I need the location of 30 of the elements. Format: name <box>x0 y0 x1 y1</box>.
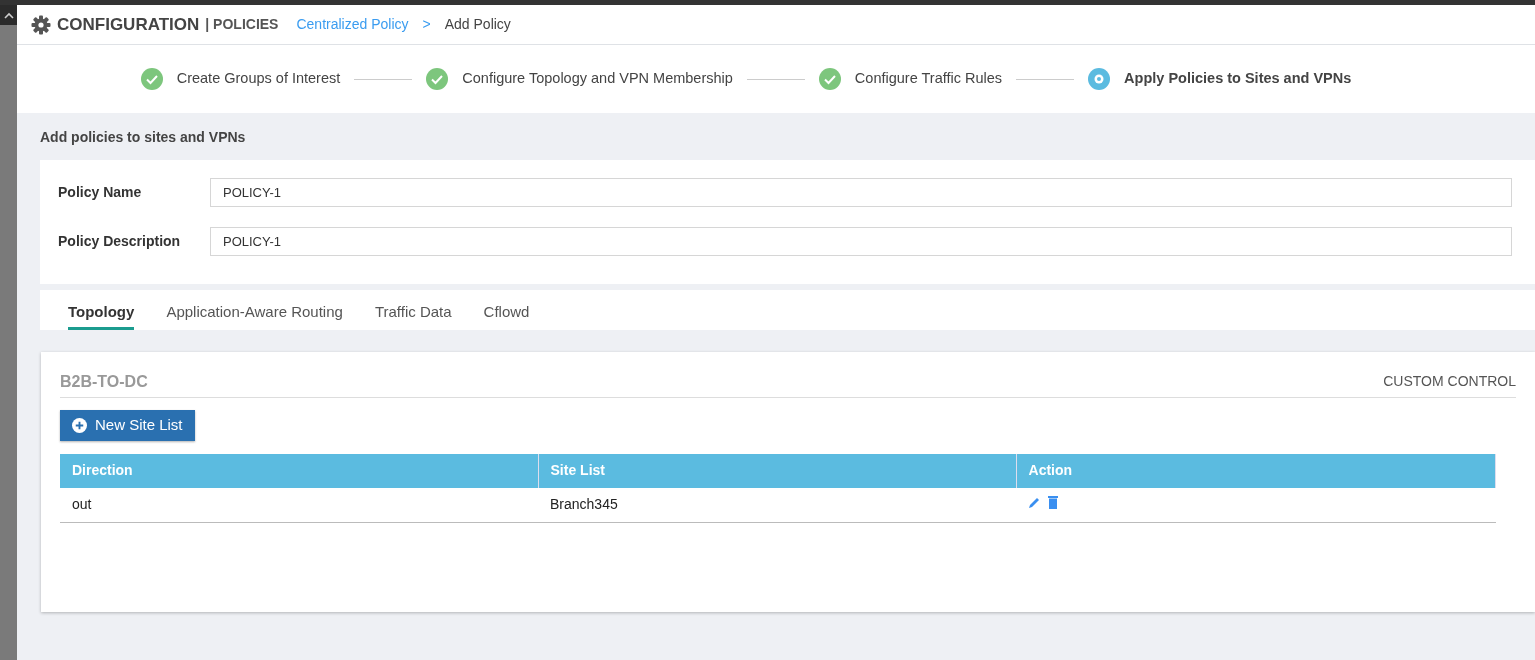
tab[interactable]: Topology <box>68 290 135 330</box>
text-field[interactable]: POLICY-1 <box>210 178 1512 207</box>
step-label: Configure Topology and VPN Membership <box>462 69 733 89</box>
panel-title: B2B-TO-DC <box>60 371 148 392</box>
tab[interactable]: Traffic Data <box>374 290 452 330</box>
trash-icon[interactable] <box>1048 496 1059 510</box>
breadcrumb-separator: > <box>422 15 431 34</box>
table-cell: Branch345 <box>538 487 1017 523</box>
column-header: Direction <box>60 453 538 488</box>
policy-type-label: CUSTOM CONTROL <box>1383 372 1516 391</box>
tab[interactable]: Cflowd <box>483 290 530 330</box>
plus-circle-icon <box>72 417 87 433</box>
section-title: Add policies to sites and VPNs <box>39 128 247 147</box>
column-header: Site List <box>538 453 1017 488</box>
pencil-icon[interactable] <box>1028 496 1042 510</box>
page-subtitle: | POLICIES <box>205 15 279 34</box>
field-label: Policy Name <box>58 183 143 202</box>
field-label: Policy Description <box>58 232 182 251</box>
text-field[interactable]: POLICY-1 <box>210 227 1512 256</box>
breadcrumb-current: Add Policy <box>444 15 511 34</box>
table-cell: out <box>60 487 538 523</box>
step-label: Apply Policies to Sites and VPNs <box>1124 69 1352 89</box>
step-label: Create Groups of Interest <box>176 69 341 89</box>
new-site-list-button[interactable]: New Site List <box>60 410 195 441</box>
page-title: CONFIGURATION <box>57 13 200 36</box>
step-label: Configure Traffic Rules <box>854 69 1003 89</box>
tab[interactable]: Application-Aware Routing <box>166 290 343 330</box>
scroll-up-icon[interactable] <box>3 11 14 19</box>
gear-icon <box>31 14 51 35</box>
column-header: Action <box>1016 453 1496 488</box>
